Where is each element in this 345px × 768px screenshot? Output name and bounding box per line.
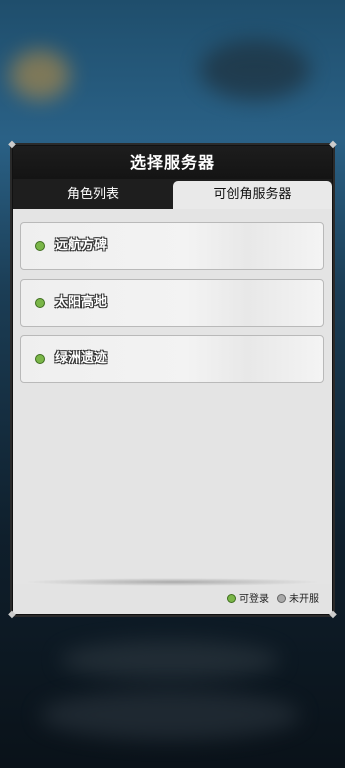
available-dot-icon — [227, 594, 236, 603]
legend-available-label: 可登录 — [239, 594, 269, 605]
server-name: 太阳高地 — [55, 295, 108, 310]
corner-ornament-icon: ◆ — [8, 139, 16, 150]
tab-bar: 角色列表 可创角服务器 — [13, 179, 332, 209]
server-list: 远航方碑 太阳高地 绿洲遗迹 — [13, 209, 332, 584]
legend-closed-label: 未开服 — [289, 594, 319, 605]
server-name: 远航方碑 — [55, 238, 108, 253]
legend-available: 可登录 — [227, 594, 269, 606]
server-select-dialog: 选择服务器 ◆ ◆ ◆ ◆ 角色列表 可创角服务器 远航方碑 太阳高地 绿洲遗迹… — [8, 140, 337, 620]
tab-character-list[interactable]: 角色列表 — [13, 181, 173, 209]
background-blob — [40, 690, 300, 740]
background-blob — [10, 50, 70, 100]
footer-divider — [23, 578, 322, 586]
tab-creatable-servers[interactable]: 可创角服务器 — [173, 181, 332, 209]
status-available-icon — [35, 241, 45, 251]
server-item[interactable]: 绿洲遗迹 — [20, 335, 324, 383]
dialog-title: 选择服务器 — [13, 146, 332, 179]
status-available-icon — [35, 354, 45, 364]
closed-dot-icon — [277, 594, 286, 603]
legend-closed: 未开服 — [277, 594, 319, 606]
status-available-icon — [35, 298, 45, 308]
server-name: 绿洲遗迹 — [55, 351, 108, 366]
server-item[interactable]: 远航方碑 — [20, 222, 324, 270]
background-blob — [60, 640, 280, 680]
server-item[interactable]: 太阳高地 — [20, 279, 324, 327]
corner-ornament-icon: ◆ — [329, 139, 337, 150]
status-legend: 可登录 未开服 — [13, 586, 332, 614]
background-blob — [200, 40, 310, 100]
